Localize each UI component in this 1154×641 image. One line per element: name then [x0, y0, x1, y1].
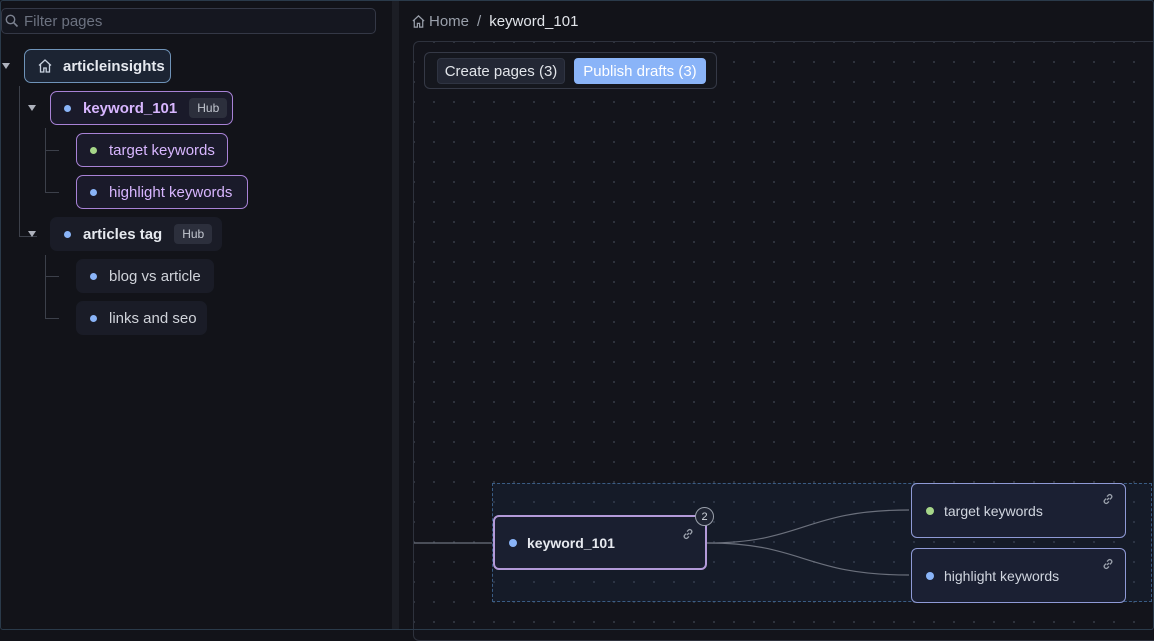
home-icon	[412, 14, 425, 28]
edge-to-highlight-keywords	[706, 542, 910, 576]
search-icon	[5, 14, 19, 28]
tree-line	[45, 318, 59, 319]
tree-node-highlight-keywords[interactable]: highlight keywords	[76, 175, 248, 209]
filter-pages-input[interactable]	[24, 12, 364, 30]
breadcrumb-separator: /	[477, 12, 482, 30]
status-dot	[90, 188, 97, 196]
tree-line	[45, 150, 59, 151]
collapse-keyword-101-caret[interactable]	[28, 105, 36, 111]
tree-node-label: articleinsights	[63, 57, 165, 75]
link-icon[interactable]	[681, 527, 695, 541]
link-icon[interactable]	[1101, 492, 1115, 506]
breadcrumb-home-label: Home	[429, 12, 470, 30]
panel-resize-handle[interactable]	[392, 0, 399, 630]
graph-node-label: keyword_101	[527, 534, 615, 551]
hub-badge: Hub	[174, 224, 213, 244]
graph-canvas[interactable]: Create pages (3) Publish drafts (3) keyw…	[413, 41, 1154, 641]
collapse-articles-tag-caret[interactable]	[28, 231, 36, 237]
link-icon[interactable]	[1101, 557, 1115, 571]
tree-node-label: highlight keywords	[109, 183, 233, 201]
filter-box	[1, 8, 376, 34]
tree-node-label: target keywords	[109, 141, 215, 159]
edge-to-target-keywords	[706, 509, 910, 544]
breadcrumb-home-link[interactable]: Home	[411, 13, 469, 30]
graph-node-highlight-keywords[interactable]: highlight keywords	[911, 548, 1126, 603]
status-dot	[926, 571, 934, 580]
status-dot	[90, 146, 97, 154]
status-dot	[64, 230, 71, 238]
page-tree-sidebar: articleinsights keyword_101 Hub target k…	[0, 0, 392, 630]
tree-node-target-keywords[interactable]: target keywords	[76, 133, 228, 167]
tree-line	[45, 276, 59, 277]
tree-node-articles-tag[interactable]: articles tag Hub	[50, 217, 222, 251]
tree-node-root[interactable]: articleinsights	[24, 49, 171, 83]
tree-line	[45, 192, 59, 193]
status-dot	[90, 314, 97, 322]
tree-node-label: keyword_101	[83, 99, 178, 117]
graph-node-label: highlight keywords	[944, 567, 1060, 584]
breadcrumb-current: keyword_101	[489, 12, 579, 30]
home-icon	[37, 58, 53, 74]
tree-node-links-and-seo[interactable]: links and seo	[76, 301, 207, 335]
graph-node-label: target keywords	[944, 502, 1043, 519]
tree-node-keyword-101[interactable]: keyword_101 Hub	[50, 91, 233, 125]
tree-node-label: blog vs article	[109, 267, 201, 285]
tree-line	[45, 128, 46, 192]
tree-line	[19, 86, 20, 236]
breadcrumb: Home / keyword_101	[411, 11, 578, 31]
collapse-root-caret[interactable]	[2, 63, 10, 69]
hub-badge: Hub	[189, 98, 228, 118]
graph-node-keyword-101[interactable]: keyword_101	[493, 515, 707, 570]
status-dot	[926, 506, 934, 515]
status-dot	[509, 538, 517, 547]
tree-node-blog-vs-article[interactable]: blog vs article	[76, 259, 214, 293]
status-dot	[90, 272, 97, 280]
tree-node-label: links and seo	[109, 309, 197, 327]
tree-node-label: articles tag	[83, 225, 163, 243]
child-count-badge: 2	[695, 507, 714, 526]
tree-line	[45, 255, 46, 319]
status-dot	[64, 104, 71, 112]
graph-node-target-keywords[interactable]: target keywords	[911, 483, 1126, 538]
